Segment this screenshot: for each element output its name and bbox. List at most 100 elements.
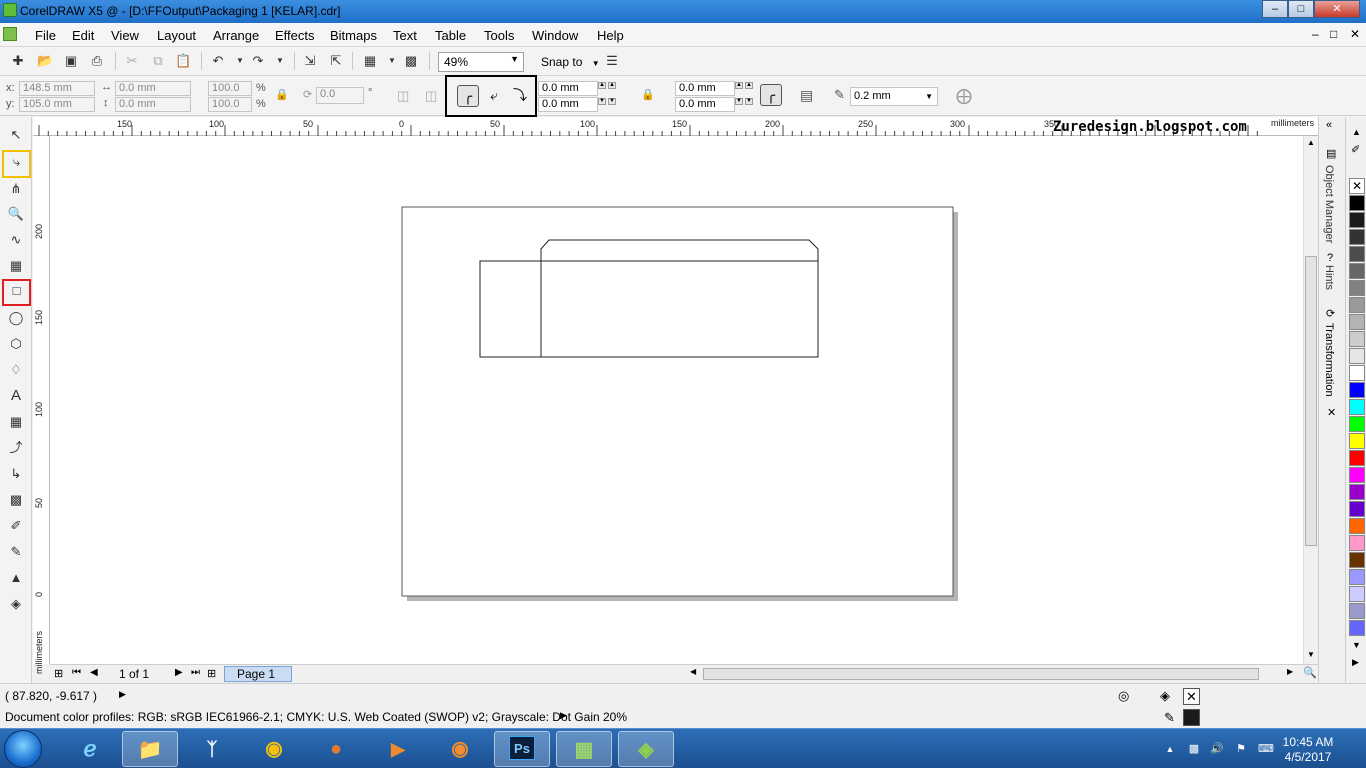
spin-up-icon[interactable]: ▲ [608,82,616,89]
ellipse-tool-icon[interactable]: ◯ [6,308,26,328]
menu-bitmaps[interactable]: Bitmaps [330,28,377,43]
color-swatch[interactable] [1349,212,1365,228]
menu-tools[interactable]: Tools [484,28,514,43]
palette-scroll-up-icon[interactable]: ▲ [1352,127,1361,137]
outline-color-indicator[interactable] [1183,709,1200,726]
spin-up-icon[interactable]: ▲ [745,82,753,89]
menu-arrange[interactable]: Arrange [213,28,259,43]
first-page-icon[interactable]: ⏮ [72,667,81,678]
document-page[interactable] [401,206,954,597]
color-swatch[interactable] [1349,348,1365,364]
mirror-horizontal-icon[interactable]: ◫ [397,88,409,104]
taskbar-firefox[interactable]: ◉ [432,731,488,767]
tab-transformation[interactable]: Transformation [1323,323,1335,397]
taskbar-clock[interactable]: 10:45 AM 4/5/2017 [1278,735,1338,765]
add-page-after-icon[interactable]: ⊞ [207,667,216,680]
tab-object-manager[interactable]: Object Manager [1323,165,1335,243]
interactive-fill-tool-icon[interactable]: ◈ [6,594,26,614]
spin-up-icon[interactable]: ▲ [735,82,743,89]
convert-to-curves-icon[interactable]: ⨁ [956,86,972,106]
import-icon[interactable]: ⇲ [302,53,318,69]
rectangle-tool-icon[interactable]: □ [2,279,31,306]
maximize-button[interactable]: □ [1288,0,1314,18]
taskbar-coreldraw[interactable]: ◈ [618,731,674,767]
lock-corners-icon[interactable]: 🔒 [641,88,655,101]
basic-shapes-tool-icon[interactable]: ♢ [6,360,26,380]
freehand-tool-icon[interactable]: ∿ [6,230,26,250]
new-document-icon[interactable]: ✚ [10,53,26,69]
color-swatch[interactable] [1349,263,1365,279]
cut-icon[interactable]: ✂ [124,53,140,69]
page-tab[interactable]: Page 1 [224,666,292,682]
taskbar-explorer[interactable]: 📁 [122,731,178,767]
color-swatch[interactable] [1349,569,1365,585]
redo-icon[interactable]: ↷ [250,53,266,69]
wrap-text-icon[interactable]: ▤ [800,87,813,104]
close-button[interactable]: ✕ [1314,0,1360,18]
welcome-screen-icon[interactable]: ▩ [403,53,419,69]
color-swatch[interactable] [1349,331,1365,347]
y-position-field[interactable]: 105.0 mm [19,97,95,112]
color-swatch[interactable] [1349,382,1365,398]
spin-down-icon[interactable]: ▼ [608,98,616,105]
no-color-swatch[interactable]: ✕ [1349,178,1365,194]
corner-bottom-left-field[interactable]: 0.0 mm [538,97,598,112]
save-icon[interactable]: ▣ [63,53,79,69]
height-field[interactable]: 0.0 mm [115,97,191,112]
color-swatch[interactable] [1349,280,1365,296]
add-page-before-icon[interactable]: ⊞ [54,667,63,680]
rotation-field[interactable]: 0.0 [316,87,364,104]
color-swatch[interactable] [1349,501,1365,517]
color-swatch[interactable] [1349,586,1365,602]
minimize-button[interactable]: – [1262,0,1288,18]
shape-tool-icon[interactable]: ⤷ [2,150,31,178]
pick-tool-icon[interactable]: ↖ [6,125,26,145]
eyedropper-tool-icon[interactable]: ✐ [6,516,26,536]
color-swatch[interactable] [1349,314,1365,330]
scroll-down-icon[interactable]: ▼ [1307,650,1315,659]
mdi-restore-button[interactable]: □ [1330,27,1337,41]
drawing-canvas[interactable] [50,136,1303,664]
chamfered-corner-icon[interactable]: ⤵ [509,85,531,107]
menu-text[interactable]: Text [393,28,417,43]
zoom-navigator-icon[interactable]: 🔍 [1303,666,1317,679]
dimension-tool-icon[interactable]: ⤴ [6,438,26,458]
round-corner-icon[interactable]: ╭ [457,85,479,107]
horizontal-scroll-thumb[interactable] [703,668,1259,680]
zoom-tool-icon[interactable]: 🔍 [6,204,26,224]
palette-flyout-icon[interactable]: ▶ [1352,657,1359,668]
color-swatch[interactable] [1349,195,1365,211]
menu-help[interactable]: Help [597,28,624,43]
redo-dropdown-icon[interactable]: ▼ [272,53,288,69]
export-icon[interactable]: ⇱ [328,53,344,69]
menu-effects[interactable]: Effects [275,28,315,43]
table-tool-icon[interactable]: ▦ [6,412,26,432]
spin-up-icon[interactable]: ▲ [598,82,606,89]
color-swatch[interactable] [1349,603,1365,619]
profiles-expand-icon[interactable]: ▶ [560,710,567,721]
color-swatch[interactable] [1349,433,1365,449]
vertical-scroll-thumb[interactable] [1305,256,1317,546]
relative-corner-scaling-icon[interactable]: ╭ [760,84,782,106]
menu-edit[interactable]: Edit [72,28,94,43]
outline-tool-icon[interactable]: ✎ [6,542,26,562]
color-swatch[interactable] [1349,552,1365,568]
smart-fill-tool-icon[interactable]: ▦ [6,256,26,276]
network-signal-icon[interactable]: ▩ [1187,742,1201,756]
color-swatch[interactable] [1349,620,1365,636]
taskbar-media[interactable]: ▶ [370,731,426,767]
text-tool-icon[interactable]: A [6,386,26,406]
color-swatch[interactable] [1349,229,1365,245]
color-swatch[interactable] [1349,535,1365,551]
blend-tool-icon[interactable]: ▩ [6,490,26,510]
color-swatch[interactable] [1349,399,1365,415]
tab-hints[interactable]: Hints [1323,265,1335,290]
color-swatch[interactable] [1349,297,1365,313]
taskbar-audio-editor[interactable]: ▦ [556,731,612,767]
polygon-tool-icon[interactable]: ⬡ [6,334,26,354]
corner-top-left-field[interactable]: 0.0 mm [538,81,598,96]
crop-tool-icon[interactable]: ⋔ [6,179,26,199]
scroll-left-icon[interactable]: ◀ [690,667,696,676]
width-field[interactable]: 0.0 mm [115,81,191,96]
eyedropper-icon[interactable]: ✐ [1351,143,1360,156]
